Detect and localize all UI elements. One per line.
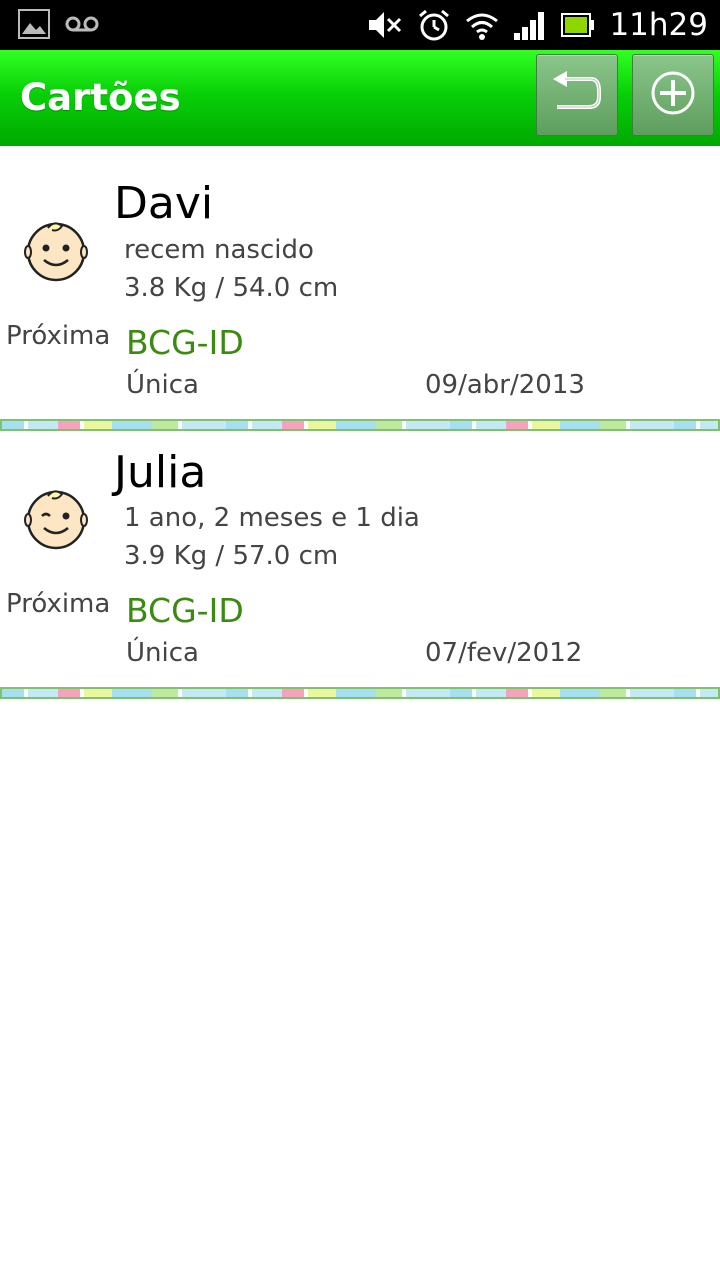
mute-icon: [367, 9, 403, 41]
next-vaccine-name: BCG-ID: [126, 591, 244, 630]
child-name: Davi: [114, 178, 214, 229]
page-title: Cartões: [20, 76, 181, 119]
list-divider: [0, 687, 720, 699]
voicemail-icon: [64, 14, 100, 34]
next-vaccine-name: BCG-ID: [126, 323, 244, 362]
next-vaccine-label: Próxima: [6, 589, 111, 619]
child-name: Julia: [114, 447, 207, 498]
alarm-icon: [417, 8, 451, 42]
baby-face-icon: [24, 486, 88, 554]
add-circle-icon: [648, 68, 698, 122]
child-measure: 3.8 Kg / 54.0 cm: [124, 273, 339, 303]
status-time: 11h29: [609, 7, 708, 43]
vaccine-date: 09/abr/2013: [425, 370, 585, 400]
gallery-icon: [18, 9, 50, 39]
child-age: recem nascido: [124, 235, 314, 265]
next-vaccine-label: Próxima: [6, 321, 111, 351]
vaccine-dose: Única: [126, 370, 199, 400]
action-bar: Cartões: [0, 50, 720, 146]
vaccine-dose: Única: [126, 638, 199, 668]
add-card-button[interactable]: [632, 54, 714, 136]
list-item[interactable]: Julia 1 ano, 2 meses e 1 dia 3.9 Kg / 57…: [0, 433, 720, 686]
list-divider: [0, 419, 720, 431]
wifi-icon: [465, 9, 499, 41]
child-age: 1 ano, 2 meses e 1 dia: [124, 503, 420, 533]
list-item[interactable]: Davi recem nascido 3.8 Kg / 54.0 cm Próx…: [0, 146, 720, 418]
status-bar: 11h29: [0, 0, 720, 50]
battery-icon: [561, 12, 595, 38]
vaccine-date: 07/fev/2012: [425, 638, 583, 668]
signal-icon: [513, 9, 547, 41]
child-measure: 3.9 Kg / 57.0 cm: [124, 541, 339, 571]
baby-face-icon: [24, 218, 88, 286]
back-button[interactable]: [536, 54, 618, 136]
back-icon: [551, 71, 603, 119]
